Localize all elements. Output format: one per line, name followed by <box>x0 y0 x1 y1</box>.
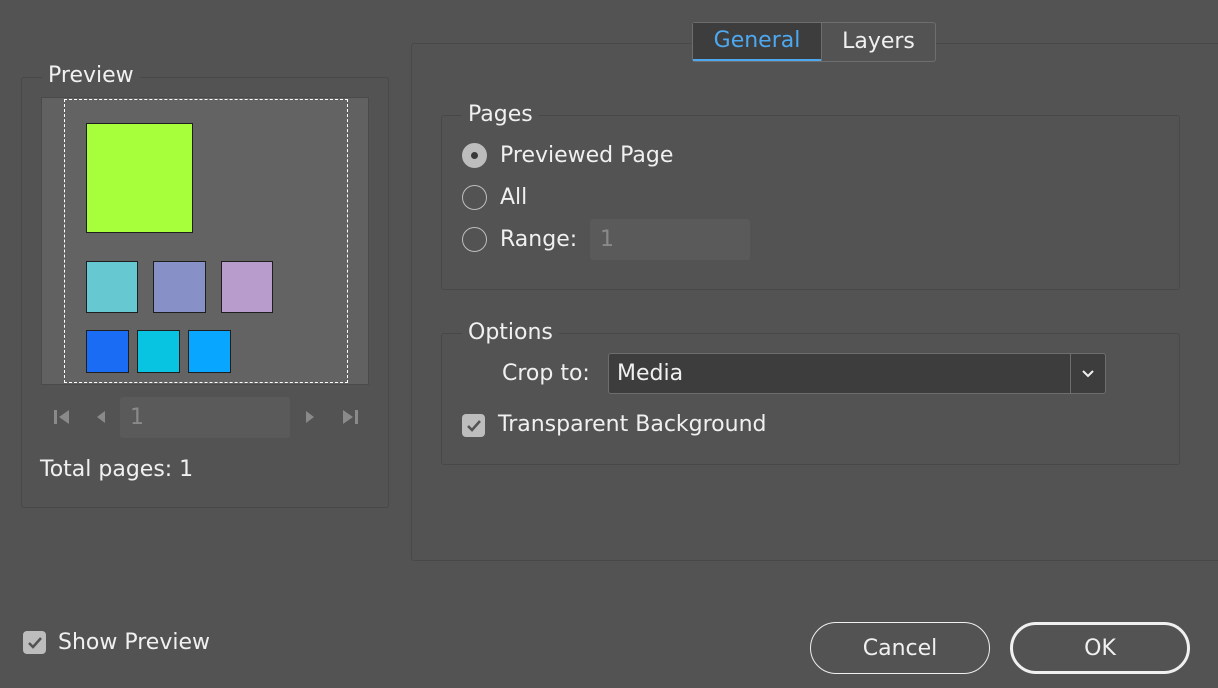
page-number-field[interactable]: 1 <box>120 397 290 438</box>
swatch-sky <box>188 330 231 373</box>
range-radio[interactable] <box>462 227 487 252</box>
previewed-page-label[interactable]: Previewed Page <box>500 142 673 170</box>
tab-bar: General Layers <box>692 22 936 62</box>
chevron-down-icon[interactable] <box>1070 354 1105 393</box>
previewed-page-radio[interactable] <box>462 143 487 168</box>
show-preview-checkbox[interactable] <box>23 631 46 654</box>
checkmark-icon <box>27 636 42 649</box>
crop-to-select[interactable]: Media <box>608 353 1106 394</box>
ok-button[interactable]: OK <box>1010 622 1190 674</box>
previous-page-icon[interactable] <box>94 407 108 432</box>
crop-to-value: Media <box>617 361 684 386</box>
all-pages-radio[interactable] <box>462 185 487 210</box>
tab-general[interactable]: General <box>693 23 821 61</box>
swatch-teal <box>86 261 138 313</box>
first-page-icon[interactable] <box>52 407 72 432</box>
all-pages-label[interactable]: All <box>500 184 527 212</box>
swatch-blue <box>86 330 129 373</box>
tab-layers[interactable]: Layers <box>821 23 935 61</box>
crop-to-label: Crop to: <box>502 361 590 386</box>
preview-legend: Preview <box>42 62 140 90</box>
checkmark-icon <box>466 419 481 432</box>
swatch-lavender <box>221 261 273 313</box>
swatch-periwinkle <box>153 261 206 313</box>
cancel-button[interactable]: Cancel <box>810 622 990 674</box>
next-page-icon[interactable] <box>303 407 317 432</box>
show-preview-label[interactable]: Show Preview <box>58 629 210 657</box>
transparent-background-label[interactable]: Transparent Background <box>498 411 767 439</box>
last-page-icon[interactable] <box>340 407 360 432</box>
range-label[interactable]: Range: <box>500 226 577 254</box>
range-input[interactable]: 1 <box>590 219 750 260</box>
swatch-cyan <box>137 330 180 373</box>
pages-legend: Pages <box>462 101 539 129</box>
options-legend: Options <box>462 319 559 347</box>
swatch-large-green <box>86 123 193 233</box>
transparent-background-checkbox[interactable] <box>462 414 485 437</box>
total-pages-label: Total pages: 1 <box>40 457 194 482</box>
